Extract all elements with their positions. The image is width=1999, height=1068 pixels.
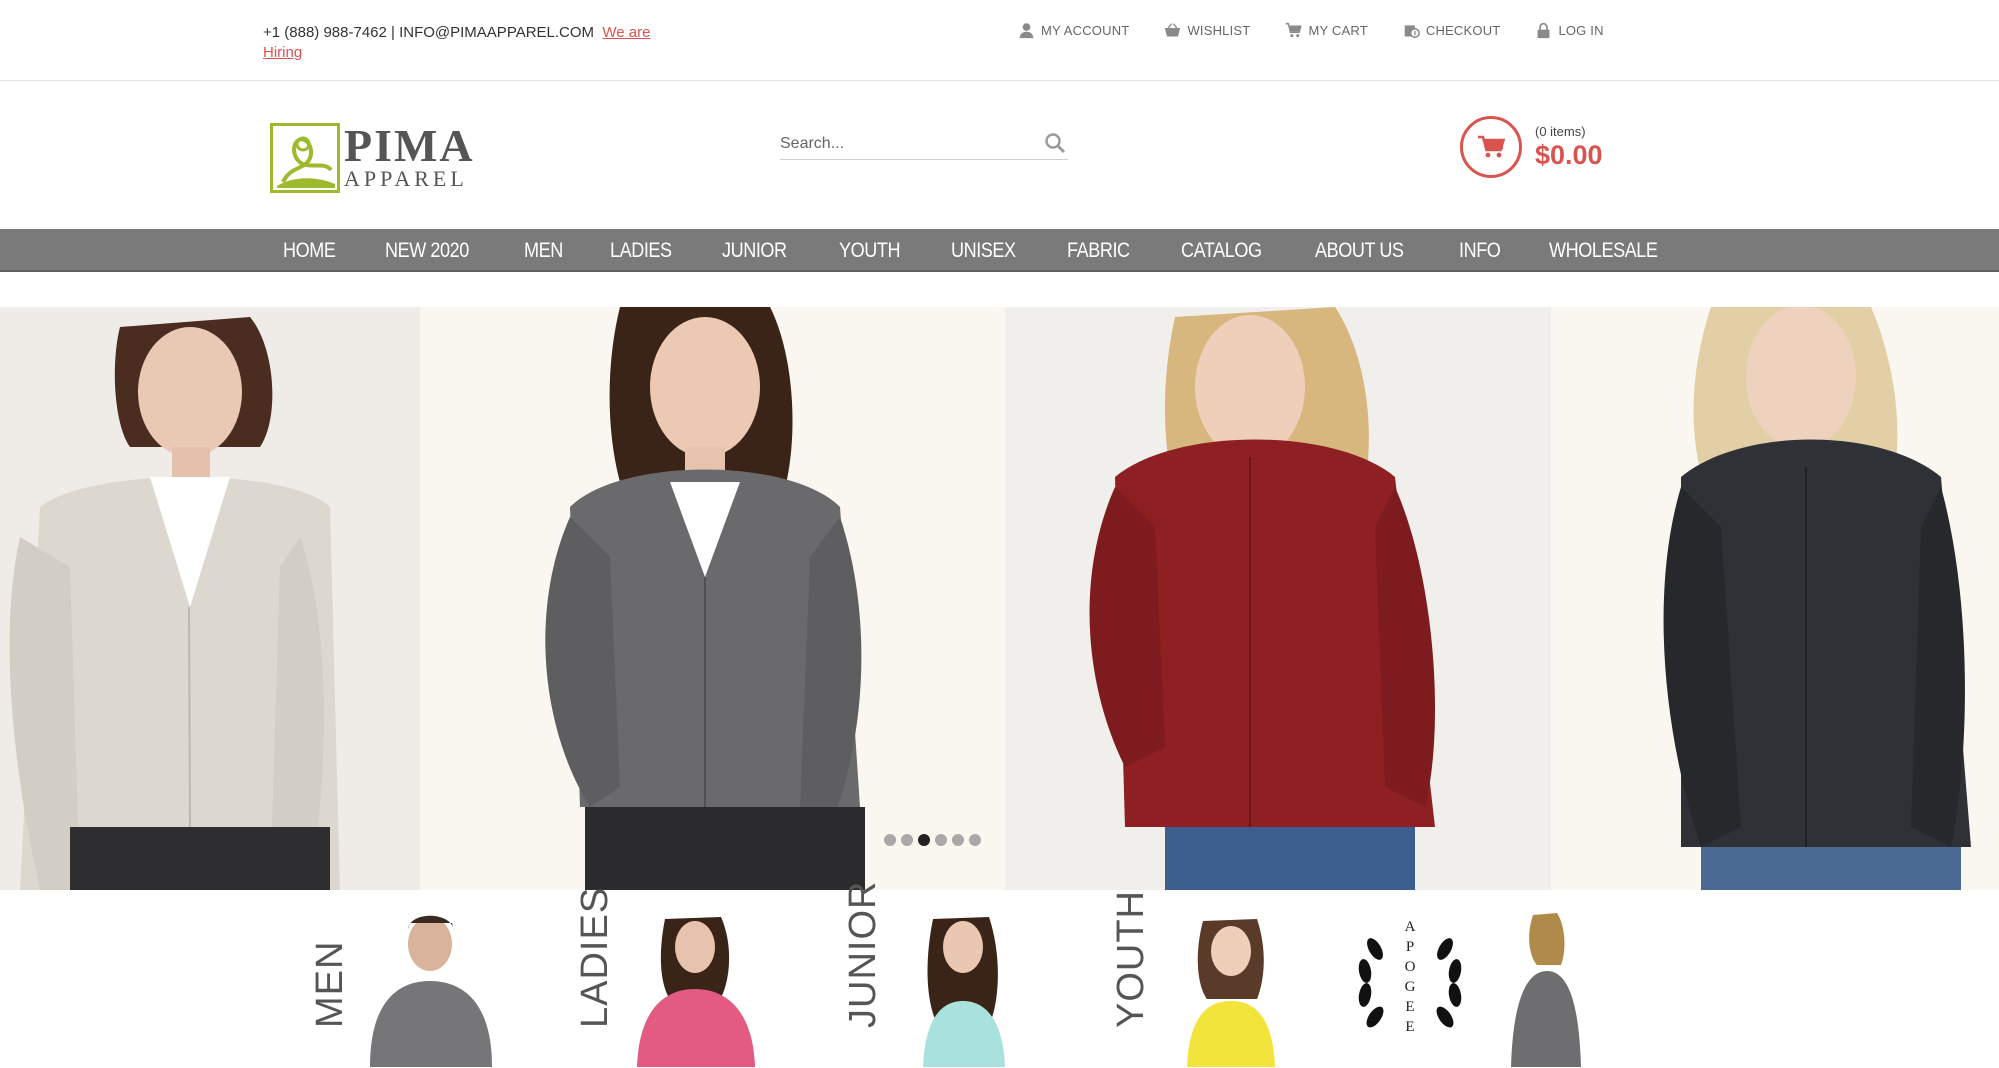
- category-label-youth: YOUTH: [1110, 890, 1152, 1028]
- svg-text:P: P: [1406, 939, 1414, 955]
- log-in-label: LOG IN: [1558, 23, 1604, 38]
- nav-item-info[interactable]: INFO: [1459, 229, 1501, 272]
- main-nav: HOME NEW 2020 MEN LADIES JUNIOR YOUTH UN…: [0, 229, 1999, 272]
- nav-item-wholesale[interactable]: WHOLESALE: [1549, 229, 1658, 272]
- category-image-junior: [923, 917, 1005, 1067]
- category-label-men: MEN: [309, 940, 351, 1028]
- category-tile-youth[interactable]: YOUTH: [1110, 890, 1303, 1067]
- slider-dot[interactable]: [901, 834, 913, 846]
- apogee-laurel-logo: A P O G E E: [1358, 919, 1462, 1035]
- lock-icon: [1537, 22, 1550, 39]
- slider-dot[interactable]: [884, 834, 896, 846]
- category-image-men: [370, 915, 492, 1067]
- checkout-label: CHECKOUT: [1425, 23, 1501, 38]
- svg-text:A: A: [1405, 919, 1416, 935]
- slider-dot[interactable]: [952, 834, 964, 846]
- hero-image-heather-hoodie: [0, 307, 420, 890]
- category-tile-junior[interactable]: JUNIOR: [842, 881, 1035, 1067]
- category-tile-apogee[interactable]: A P O G E E: [1335, 905, 1590, 1067]
- search-input[interactable]: [780, 134, 1030, 153]
- search-box: [780, 128, 1068, 160]
- top-bar: +1 (888) 988-7462 | INFO@PIMAAPPAREL.COM…: [0, 0, 1999, 81]
- category-label-ladies: LADIES: [574, 886, 616, 1028]
- cart-icon: [1286, 22, 1303, 38]
- cart-item-count: (0 items): [1535, 124, 1586, 139]
- category-image-youth: [1187, 919, 1275, 1067]
- basket-icon: [1165, 23, 1181, 37]
- hero-image-burgundy-hoodie: [1005, 307, 1551, 890]
- category-tile-ladies[interactable]: LADIES: [574, 887, 767, 1067]
- svg-text:E: E: [1405, 1019, 1414, 1035]
- contact-info: +1 (888) 988-7462 | INFO@PIMAAPPAREL.COM…: [263, 23, 683, 63]
- svg-text:G: G: [1405, 979, 1416, 995]
- logo-text-apparel: APPAREL: [344, 166, 468, 191]
- nav-item-junior[interactable]: JUNIOR: [722, 229, 787, 272]
- site-logo[interactable]: PIMA APPAREL: [270, 122, 485, 194]
- checkout-icon: [1404, 25, 1420, 39]
- checkout-link[interactable]: CHECKOUT: [1403, 22, 1501, 39]
- slider-dot[interactable]: [935, 834, 947, 846]
- my-cart-link[interactable]: MY CART: [1285, 22, 1368, 39]
- slider-dot-active[interactable]: [918, 834, 930, 846]
- account-links: MY ACCOUNT WISHLIST MY CART CHECKOUT LOG…: [1018, 22, 1639, 39]
- category-tiles: MEN LADIES JUNIOR YOUTH A P O G E E: [0, 881, 1999, 1068]
- my-account-link[interactable]: MY ACCOUNT: [1018, 22, 1129, 39]
- category-tile-men[interactable]: MEN: [309, 905, 502, 1067]
- wishlist-link[interactable]: WISHLIST: [1164, 22, 1250, 39]
- shopping-cart-icon: [1478, 135, 1506, 158]
- logo-mark-icon: [270, 123, 340, 193]
- contact-text: +1 (888) 988-7462 | INFO@PIMAAPPAREL.COM: [263, 24, 595, 41]
- nav-item-about-us[interactable]: ABOUT US: [1315, 229, 1404, 272]
- search-icon[interactable]: [1044, 132, 1066, 154]
- cart-button[interactable]: [1460, 116, 1522, 178]
- mini-cart[interactable]: (0 items) $0.00: [1460, 116, 1603, 178]
- category-image-ladies: [637, 917, 755, 1067]
- nav-item-home[interactable]: HOME: [283, 229, 336, 272]
- cart-total: $0.00: [1535, 140, 1603, 170]
- category-image-apogee: [1511, 913, 1581, 1067]
- svg-text:E: E: [1405, 999, 1414, 1015]
- nav-item-fabric[interactable]: FABRIC: [1067, 229, 1130, 272]
- nav-item-catalog[interactable]: CATALOG: [1181, 229, 1262, 272]
- wishlist-label: WISHLIST: [1187, 23, 1251, 38]
- slider-pagination: [884, 834, 981, 846]
- nav-item-unisex[interactable]: UNISEX: [951, 229, 1016, 272]
- my-account-label: MY ACCOUNT: [1041, 23, 1130, 38]
- logo-text-pima: PIMA: [344, 120, 475, 171]
- my-cart-label: MY CART: [1308, 23, 1368, 38]
- nav-item-men[interactable]: MEN: [524, 229, 563, 272]
- hero-slider[interactable]: [0, 307, 1999, 890]
- hero-image-black-hoodie: [1551, 307, 1999, 890]
- log-in-link[interactable]: LOG IN: [1535, 22, 1604, 39]
- svg-text:O: O: [1405, 959, 1416, 975]
- slider-dot[interactable]: [969, 834, 981, 846]
- nav-item-ladies[interactable]: LADIES: [610, 229, 672, 272]
- nav-item-youth[interactable]: YOUTH: [839, 229, 900, 272]
- user-icon: [1019, 23, 1034, 39]
- nav-item-new-2020[interactable]: NEW 2020: [385, 229, 469, 272]
- category-label-junior: JUNIOR: [842, 880, 884, 1028]
- hero-image-grey-hoodie: [420, 307, 1005, 890]
